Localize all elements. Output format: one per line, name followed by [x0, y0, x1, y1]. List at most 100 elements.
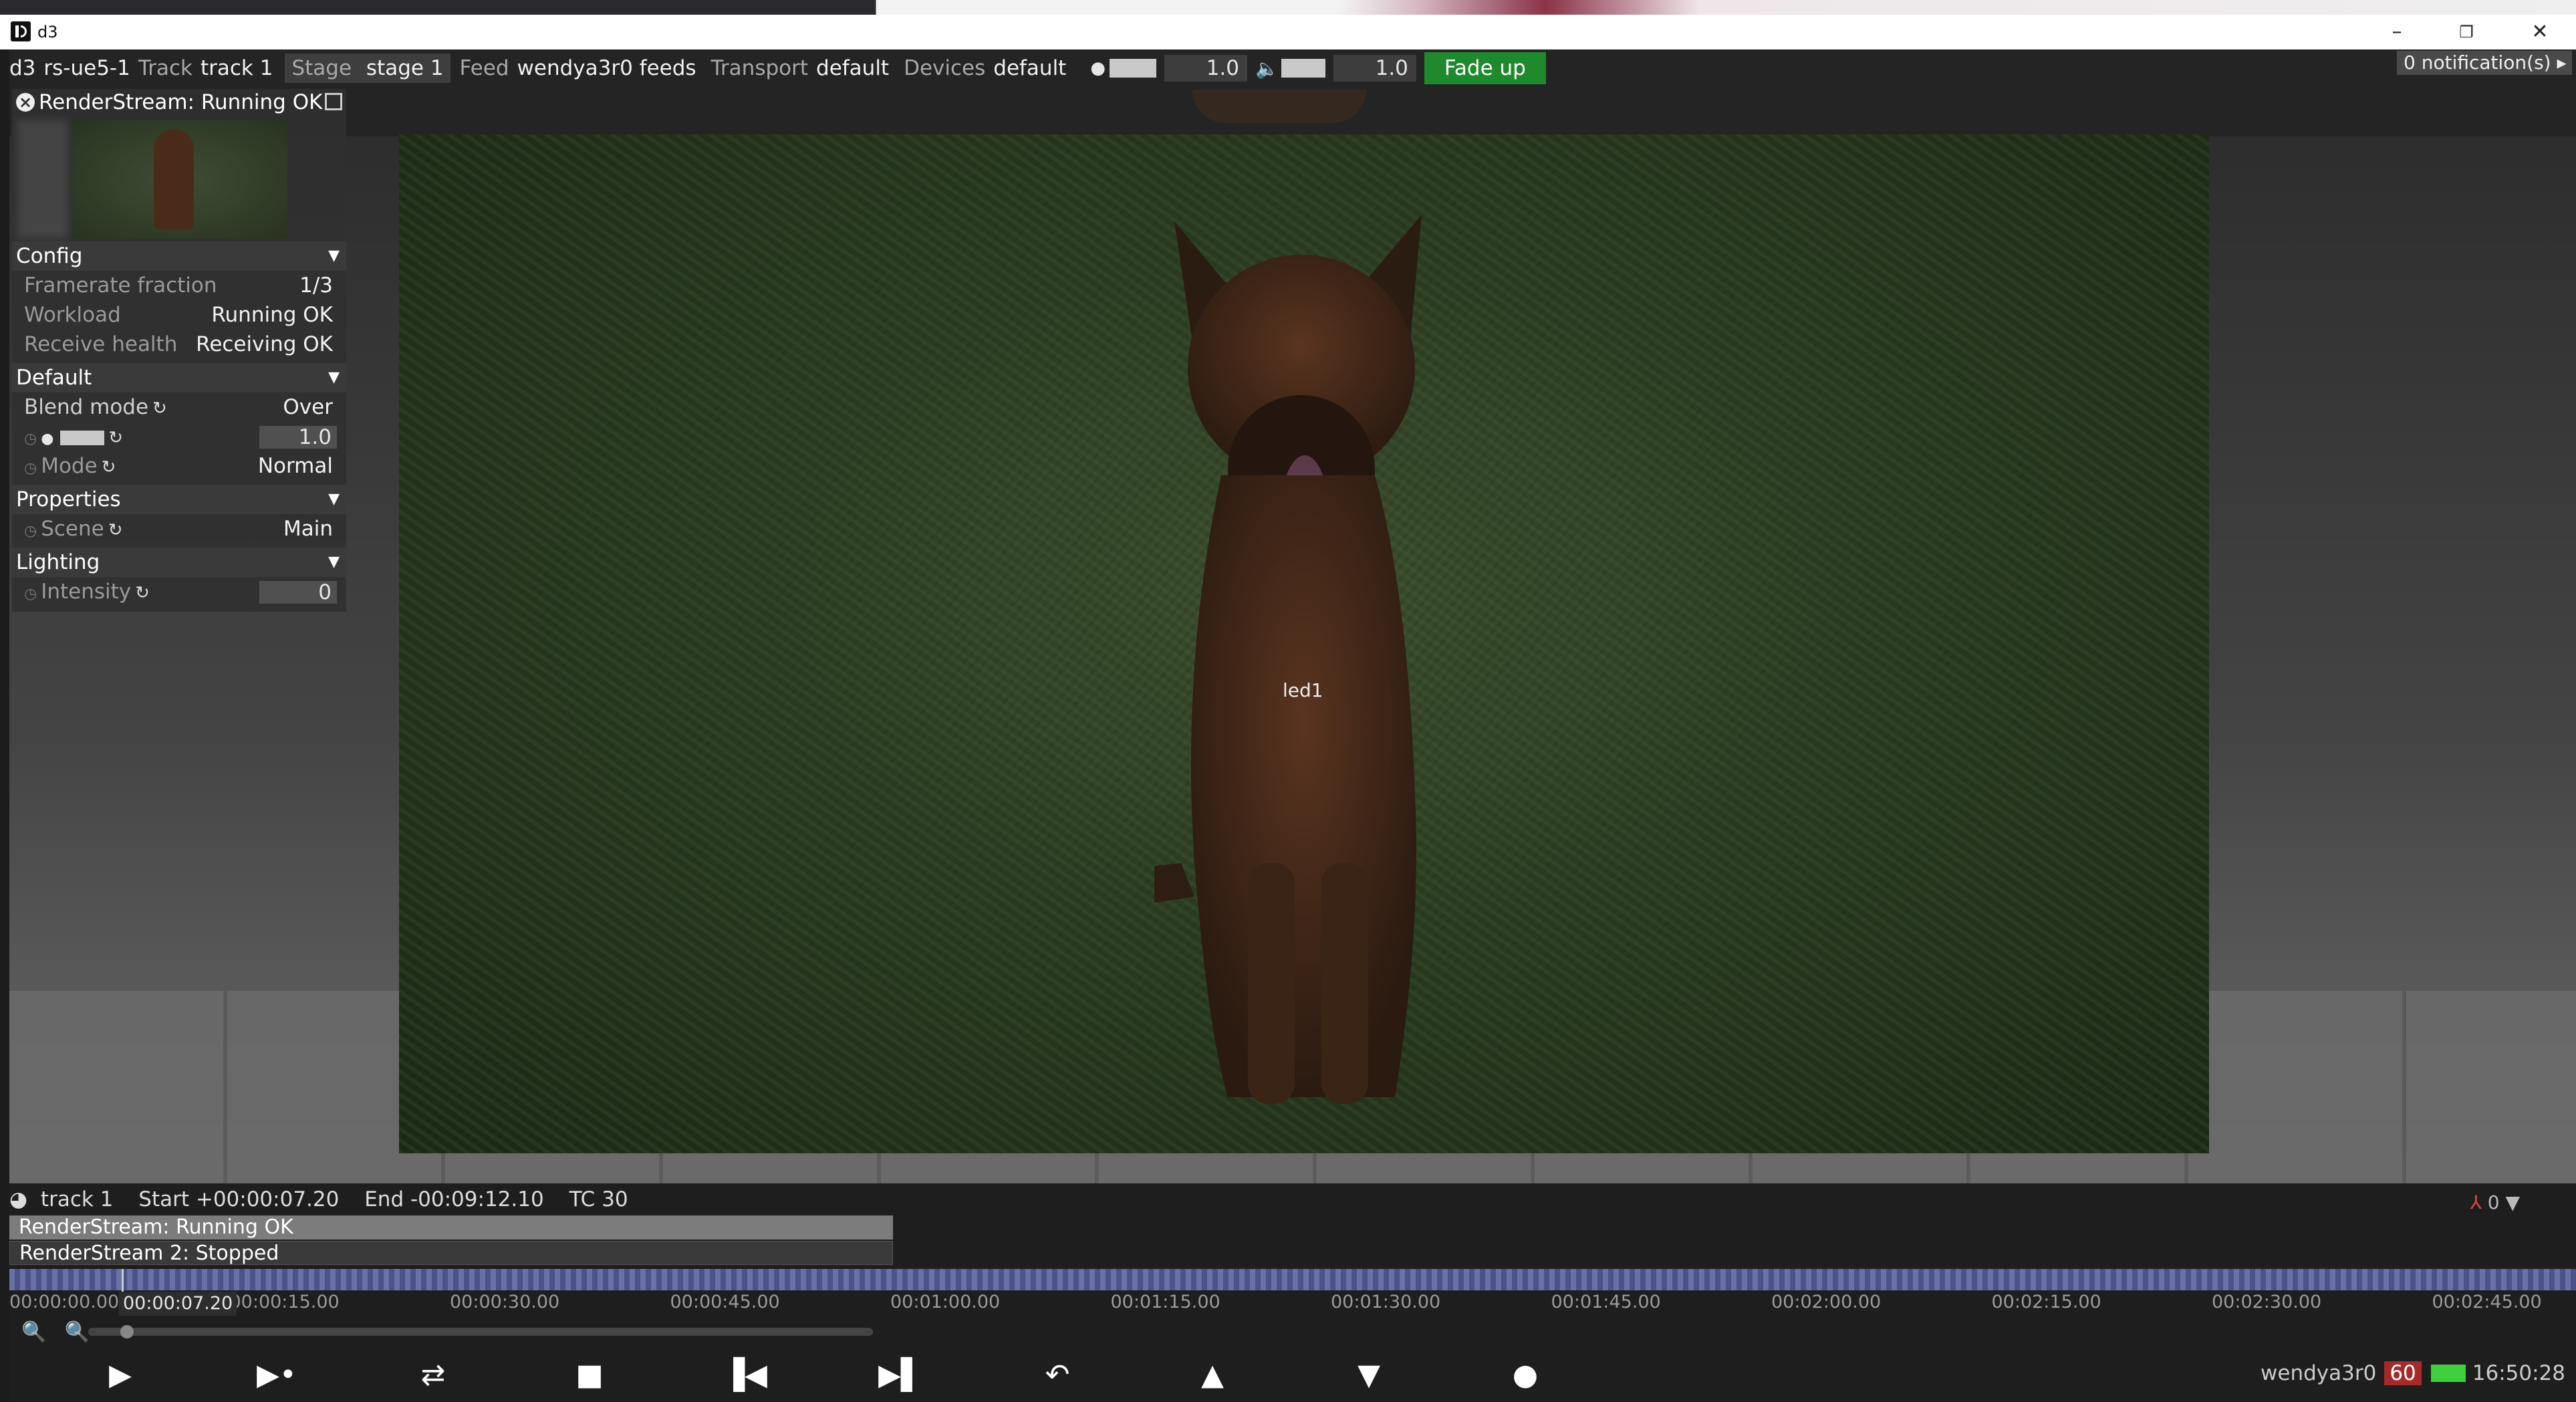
sequence-icon[interactable]: ◷	[24, 580, 37, 609]
tick-label: 00:01:30.00	[1331, 1292, 1441, 1312]
menu-project[interactable]: rs-ue5-1	[43, 56, 130, 80]
timeline-ruler[interactable]	[9, 1269, 2576, 1290]
menu-feed[interactable]: wendya3r0 feeds	[517, 56, 696, 80]
section-properties-label: Properties	[16, 487, 121, 511]
menu-feed-key: Feed	[459, 56, 509, 80]
blend-mode-value[interactable]: Over	[283, 392, 333, 422]
reset-icon[interactable]: ↻	[135, 578, 150, 608]
track-icon: ◕	[9, 1187, 28, 1211]
brightness-field[interactable]: 1.0	[259, 426, 337, 449]
sequence-icon[interactable]: ◷	[24, 454, 37, 483]
brightness-icon: ●	[1090, 58, 1106, 78]
restore-icon[interactable]: ❐	[2446, 17, 2486, 47]
led-screen[interactable]: led1	[399, 134, 2209, 1153]
menu-devices-key: Devices	[904, 56, 986, 80]
stage-object	[1192, 90, 1366, 123]
panel-header[interactable]: × RenderStream: Running OK	[12, 89, 346, 116]
scene-label: Scene	[41, 517, 104, 541]
minimize-button[interactable]: –	[2377, 17, 2417, 47]
brightness-slider[interactable]	[1110, 59, 1157, 78]
up-icon[interactable]: ▲	[1186, 1355, 1239, 1395]
row-brightness: ◷ ● ↻ 1.0	[12, 422, 346, 451]
volume-icon: 🔈	[1255, 57, 1279, 80]
row-receive-health: Receive health Receiving OK	[12, 330, 346, 359]
row-workload: Workload Running OK	[12, 300, 346, 330]
status-user: wendya3r0	[2261, 1361, 2377, 1385]
loop-icon[interactable]: ⇄	[406, 1355, 460, 1395]
brightness-swatch[interactable]	[60, 430, 105, 445]
zoom-scrollbar[interactable]	[88, 1325, 873, 1338]
framerate-value[interactable]: 1/3	[299, 271, 333, 300]
sequence-icon[interactable]: ◷	[24, 517, 37, 546]
workload-label: Workload	[24, 303, 121, 327]
receive-health-label: Receive health	[24, 332, 178, 356]
play-to-end-icon[interactable]: ▶•	[250, 1355, 303, 1395]
menu-stage-value: stage 1	[366, 56, 444, 80]
menu-app[interactable]: d3	[9, 56, 35, 80]
battery-icon	[2430, 1365, 2466, 1382]
dropdown-icon[interactable]: ▼	[2505, 1191, 2520, 1213]
menu-devices[interactable]: default	[993, 56, 1066, 80]
row-intensity: ◷ Intensity ↻ 0	[12, 577, 346, 606]
collapse-icon: ▼	[328, 247, 340, 264]
volume-value[interactable]: 1.0	[1333, 55, 1416, 82]
zoom-out-icon[interactable]: 🔍	[21, 1320, 46, 1344]
reset-icon[interactable]: ↻	[152, 394, 167, 423]
close-icon[interactable]: ×	[16, 93, 35, 112]
close-window-button[interactable]: ✕	[2520, 17, 2560, 47]
menu-stage-key: Stage	[291, 56, 352, 80]
layer-renderstream-1[interactable]: RenderStream: Running OK	[9, 1215, 893, 1240]
sequence-icon[interactable]: ◷	[24, 425, 37, 454]
reset-icon[interactable]: ↻	[102, 453, 116, 482]
status-bar: wendya3r0 60 16:50:28	[2261, 1361, 2565, 1385]
record-icon[interactable]: ●	[1499, 1355, 1552, 1395]
timeline-tick-labels: 00:00:00.00 00:00:15.00 00:00:30.00 00:00:4…	[9, 1292, 2576, 1316]
layer-renderstream-2[interactable]: RenderStream 2: Stopped	[9, 1241, 893, 1265]
tick-label: 00:02:00.00	[1771, 1292, 1882, 1312]
volume-slider[interactable]	[1281, 59, 1325, 78]
fade-up-button[interactable]: Fade up	[1424, 52, 1546, 84]
zoom-scrollbar-thumb[interactable]	[120, 1325, 134, 1338]
timeline-end: End -00:09:12.10	[364, 1187, 544, 1211]
previous-section-icon[interactable]: ▐◀	[718, 1355, 771, 1395]
zoom-in-icon[interactable]: 🔍	[65, 1320, 90, 1344]
top-menubar: d3 rs-ue5-1 Track track 1 Stage stage 1 …	[9, 49, 1554, 87]
play-icon[interactable]: ▶	[94, 1355, 147, 1395]
return-icon[interactable]: ↶	[1031, 1355, 1084, 1395]
notifications-button[interactable]: 0 notification(s) ▸	[2397, 51, 2572, 75]
section-config[interactable]: Config ▼	[12, 241, 346, 271]
row-framerate: Framerate fraction 1/3	[12, 271, 346, 300]
window-title: d3	[37, 23, 58, 41]
mode-value[interactable]: Normal	[258, 451, 333, 481]
timeline-start: Start +00:00:07.20	[138, 1187, 340, 1211]
popout-icon[interactable]	[325, 93, 342, 110]
reset-icon[interactable]: ↻	[108, 515, 123, 545]
intensity-field[interactable]: 0	[259, 581, 337, 604]
stage-viewport[interactable]: led1	[9, 49, 2576, 1191]
scene-value[interactable]: Main	[283, 514, 333, 544]
blend-mode-label: Blend mode	[24, 395, 149, 419]
framerate-label: Framerate fraction	[24, 273, 217, 298]
d3-logo-icon	[11, 21, 31, 41]
brightness-value[interactable]: 1.0	[1164, 55, 1248, 82]
section-default[interactable]: Default ▼	[12, 363, 346, 392]
down-icon[interactable]: ▼	[1342, 1355, 1396, 1395]
led-label: led1	[1283, 679, 1323, 701]
section-properties[interactable]: Properties ▼	[12, 485, 346, 514]
stop-icon[interactable]: ■	[563, 1355, 616, 1395]
brightness-icon: ●	[41, 431, 54, 447]
window-titlebar: d3 – ❐ ✕	[0, 15, 2576, 49]
tick-label: 00:00:45.00	[670, 1292, 780, 1312]
receive-health-value: Receiving OK	[196, 332, 333, 356]
menu-transport[interactable]: default	[816, 56, 889, 80]
reset-icon[interactable]: ↻	[108, 423, 123, 453]
menu-stage[interactable]: Stage stage 1	[285, 53, 450, 83]
tick-label: 00:02:45.00	[2432, 1292, 2542, 1312]
section-lighting[interactable]: Lighting ▼	[12, 548, 346, 577]
tick-label: 00:01:15.00	[1110, 1292, 1220, 1312]
timeline-track[interactable]: track 1	[41, 1187, 113, 1211]
next-section-icon[interactable]: ▶▌	[874, 1355, 928, 1395]
preview-thumbnail[interactable]	[72, 120, 287, 239]
layer-1-label: RenderStream: Running OK	[19, 1215, 293, 1239]
menu-track[interactable]: track 1	[201, 56, 273, 80]
